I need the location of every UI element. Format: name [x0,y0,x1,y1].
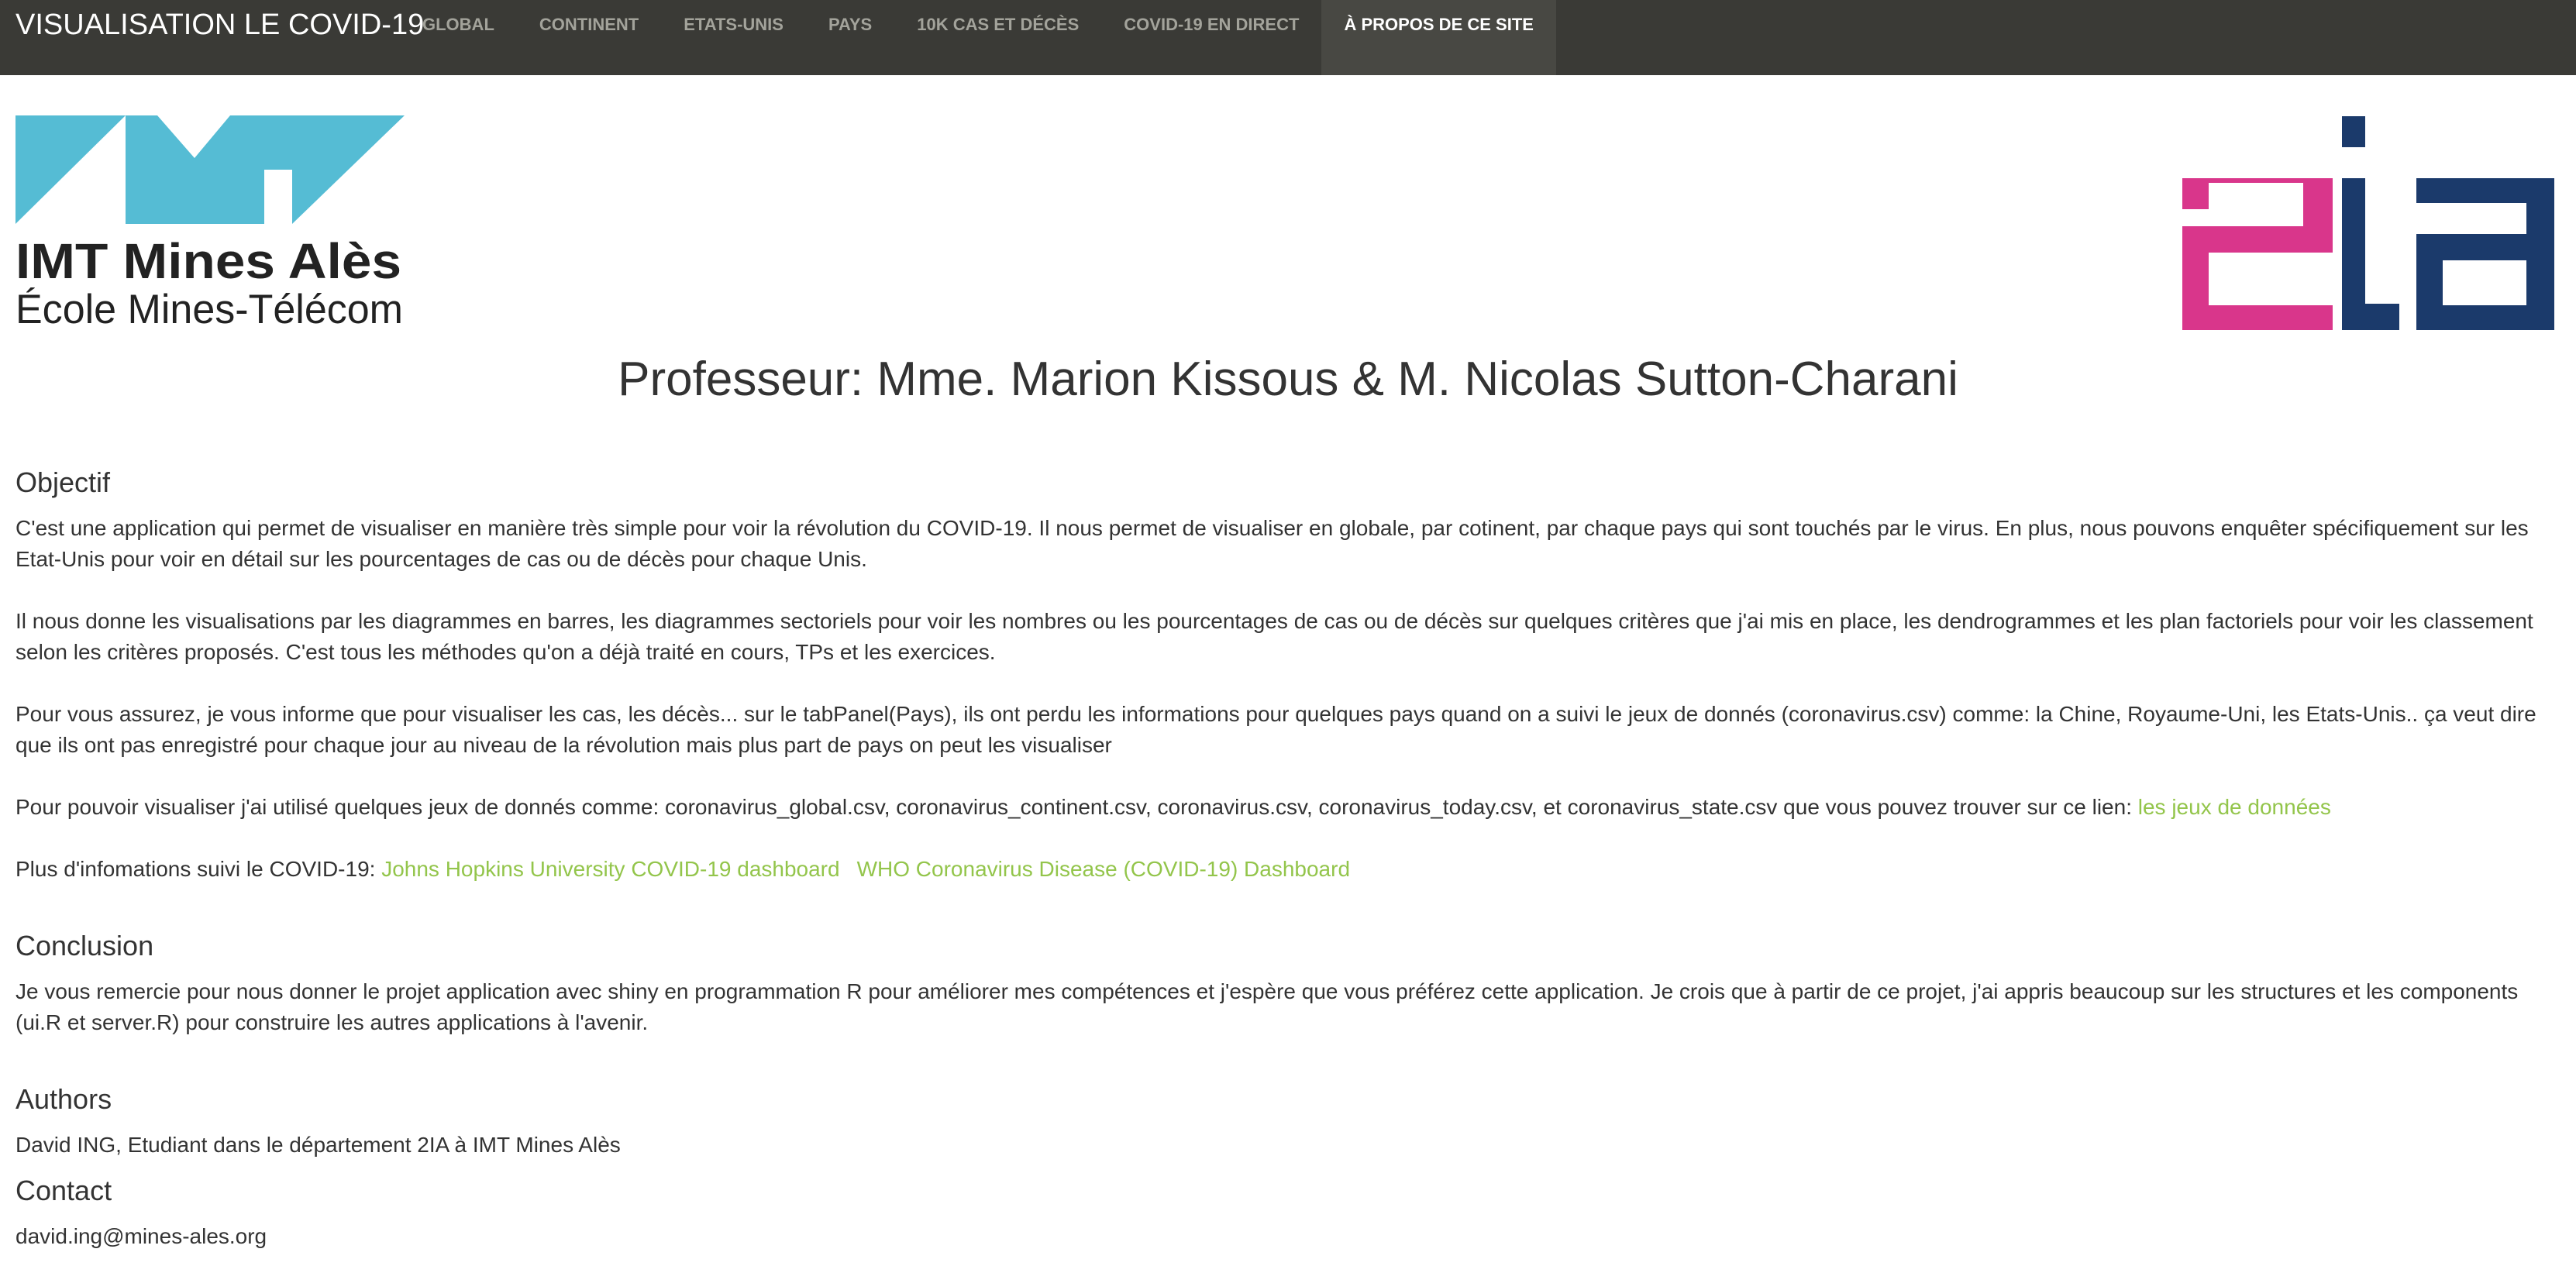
imt-logo-shape-right [264,115,405,224]
authors-text: David ING, Etudiant dans le département … [15,1133,621,1157]
app-brand-title[interactable]: VISUALISATION LE COVID-19 [15,0,424,50]
nav-tabs: GLOBAL CONTINENT ETATS-UNIS PAYS 10K CAS… [400,0,1556,75]
datasets-text: Pour pouvoir visualiser j'ai utilisé que… [15,795,2138,819]
2ia-logo-i-dot [2342,116,2365,147]
more-info-text: Plus d'infomations suivi le COVID-19: [15,857,382,881]
objectif-paragraph-5: Plus d'infomations suivi le COVID-19: Jo… [15,854,2565,885]
imt-logo-line1: IMT Mines Alès [15,233,401,289]
objectif-paragraph-2: Il nous donne les visualisations par les… [15,609,2533,664]
objectif-paragraph-1: C'est une application qui permet de visu… [15,516,2529,571]
2ia-logo-a [2416,178,2554,330]
2ia-logo: 2ia [2182,116,2554,330]
professor-title: Professeur: Mme. Marion Kissous & M. Nic… [618,353,1958,406]
2ia-logo-i-stem [2342,178,2399,330]
tab-etats-unis[interactable]: ETATS-UNIS [661,0,806,50]
who-dashboard-link[interactable]: WHO Coronavirus Disease (COVID-19) Dashb… [857,857,1350,881]
tab-10k-cas-deces[interactable]: 10K CAS ET DÉCÈS [894,0,1101,50]
objectif-paragraph-3: Pour vous assurez, je vous informe que p… [15,702,2536,757]
authors-heading: Authors [15,1083,112,1115]
tab-pays[interactable]: PAYS [806,0,894,50]
tab-covid-en-direct[interactable]: COVID-19 EN DIRECT [1101,0,1321,50]
jhu-dashboard-link[interactable]: Johns Hopkins University COVID-19 dashbo… [381,857,839,881]
2ia-logo-text: 2ia [2182,116,2184,117]
objectif-paragraph-4: Pour pouvoir visualiser j'ai utilisé que… [15,792,2565,823]
imt-logo-shape-left [15,115,126,224]
contact-heading: Contact [15,1175,112,1206]
imt-logo-line2: École Mines-Télécom [15,287,403,328]
top-navbar: VISUALISATION LE COVID-19 GLOBAL CONTINE… [0,0,2576,75]
tab-global[interactable]: GLOBAL [400,0,517,50]
imt-mines-ales-logo: IMT Mines Alès École Mines-Télécom [15,115,405,328]
tab-continent[interactable]: CONTINENT [517,0,661,50]
conclusion-heading: Conclusion [15,930,154,962]
conclusion-paragraph: Je vous remercie pour nous donner le pro… [15,979,2519,1034]
datasets-link[interactable]: les jeux de données [2138,795,2331,819]
tab-a-propos[interactable]: À PROPOS DE CE SITE [1321,0,1556,75]
2ia-logo-two [2182,178,2333,330]
contact-email: david.ing@mines-ales.org [15,1224,267,1248]
imt-logo-shape-middle [126,115,264,224]
objectif-heading: Objectif [15,466,111,498]
